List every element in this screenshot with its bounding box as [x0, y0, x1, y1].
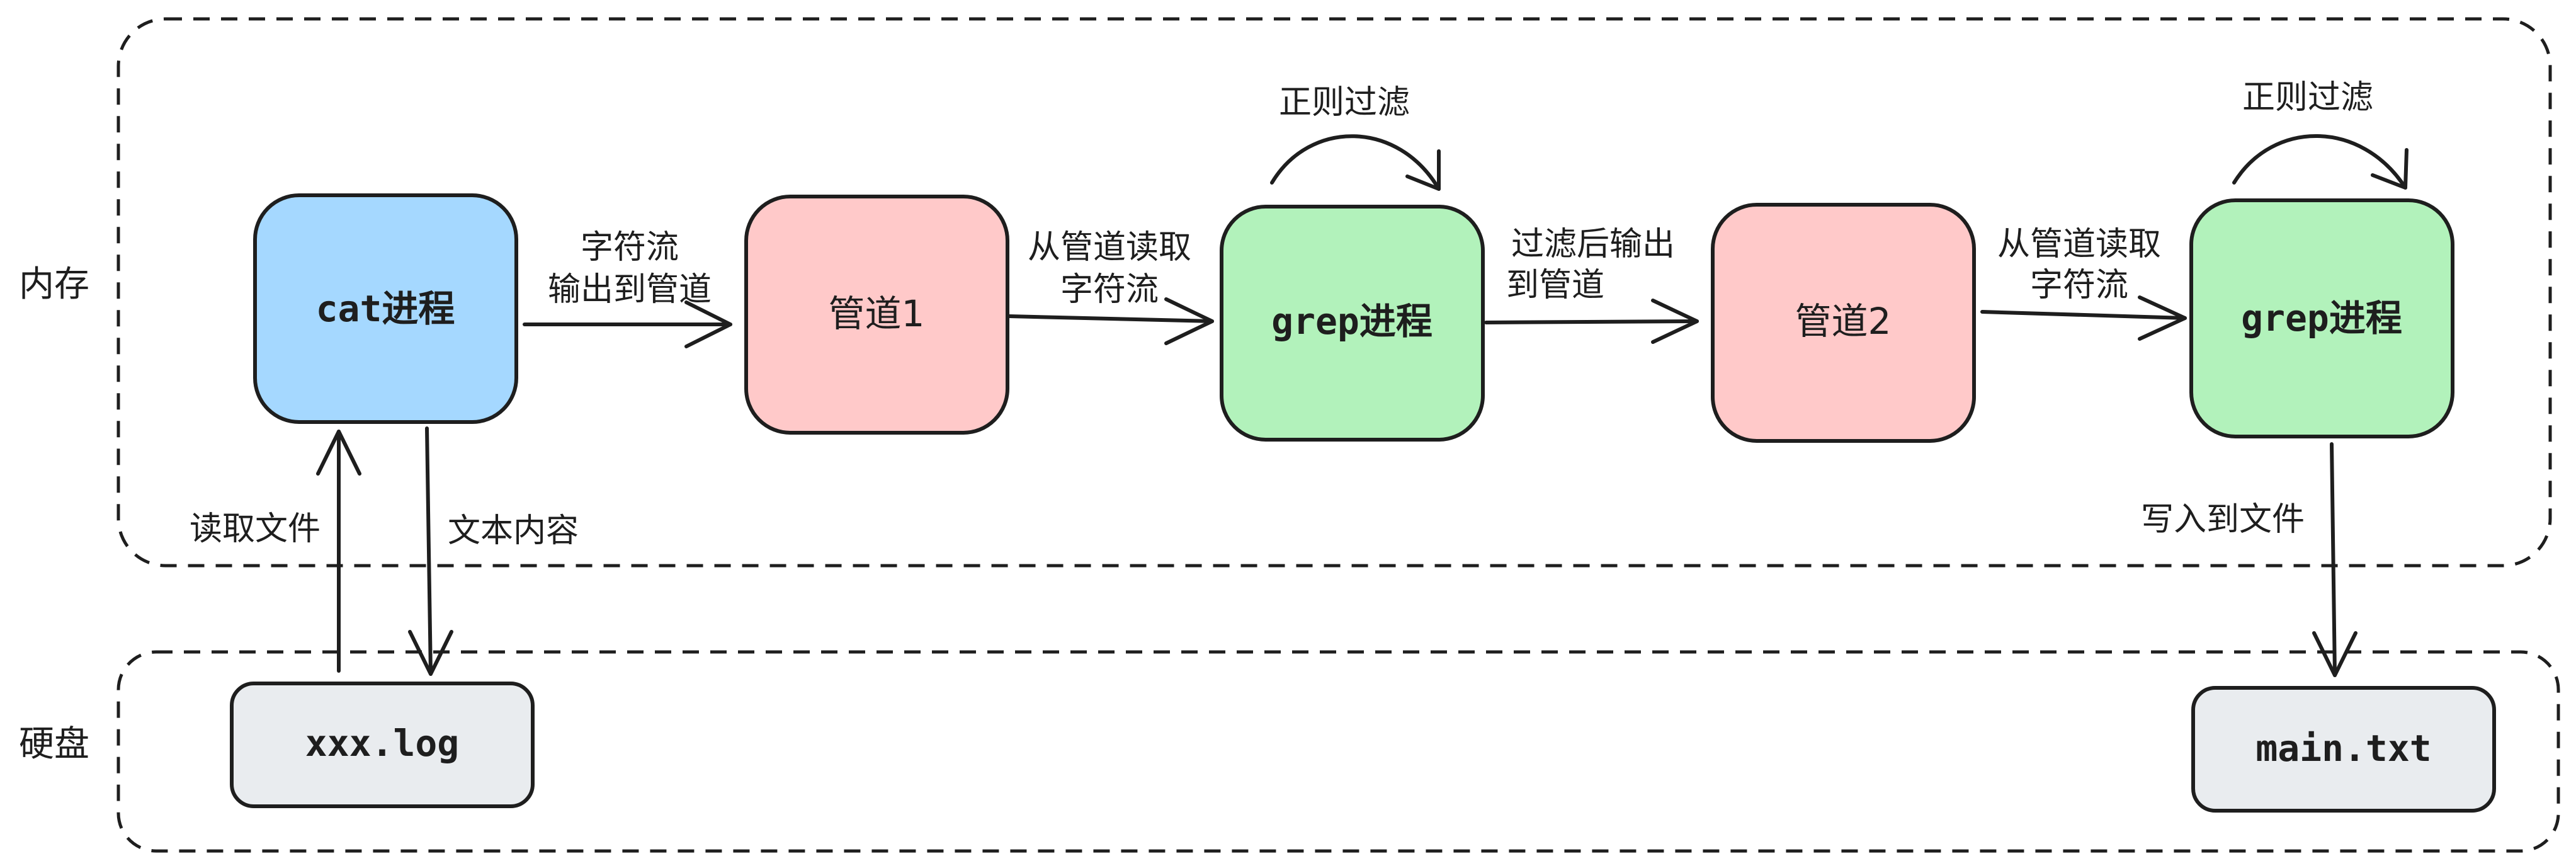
grep1-self-loop-arrow: [1270, 134, 1441, 191]
cat-to-log-label: 文本内容: [448, 512, 579, 550]
cat-to-pipe1-label-line1: 字符流: [581, 229, 679, 266]
main-txt-file-label: main.txt: [2255, 727, 2431, 770]
pipe2-node: 管道2: [1711, 203, 1976, 443]
grep2-self-loop-arrow: [2232, 134, 2409, 190]
memory-region-label: 内存: [19, 264, 89, 305]
grep2-to-main-arrow: [2312, 442, 2358, 677]
pipe1-to-grep1-label-line1: 从管道读取: [1028, 229, 1191, 266]
xxx-log-file-label: xxx.log: [305, 722, 459, 765]
grep1-process-label: grep进程: [1271, 300, 1433, 343]
cat-to-pipe1-label-line2: 输出到管道: [548, 271, 712, 309]
xxx-log-file-node: xxx.log: [230, 682, 535, 808]
pipe1-node: 管道1: [744, 195, 1009, 435]
pipe1-label: 管道1: [829, 292, 925, 335]
grep1-self-loop-label: 正则过滤: [1279, 84, 1410, 122]
pipe2-label: 管道2: [1795, 300, 1892, 343]
grep1-to-pipe2-label-line2: 到管道: [1506, 266, 1604, 304]
cat-process-label: cat进程: [316, 287, 455, 330]
grep2-self-loop-label: 正则过滤: [2242, 79, 2373, 117]
grep1-to-pipe2-label-line1: 过滤后输出: [1511, 226, 1675, 263]
pipeline-diagram: 内存 硬盘 cat进程 管道1 grep进程 管道2 grep进程 xxx.lo…: [19, 17, 2560, 853]
log-to-cat-label: 读取文件: [190, 510, 321, 548]
cat-process-node: cat进程: [253, 193, 518, 424]
log-to-cat-arrow: [316, 430, 361, 673]
cat-to-log-arrow: [408, 426, 453, 676]
pipe2-to-grep2-label-line1: 从管道读取: [1997, 226, 2161, 263]
grep2-to-main-label: 写入到文件: [2141, 501, 2305, 539]
pipe1-to-grep1-label-line2: 字符流: [1060, 271, 1159, 309]
main-txt-file-node: main.txt: [2191, 686, 2496, 813]
pipe2-to-grep2-label-line2: 字符流: [2030, 266, 2128, 304]
grep2-process-node: grep进程: [2189, 198, 2454, 438]
cat-to-pipe1-arrow: [523, 300, 732, 348]
grep1-process-node: grep进程: [1220, 205, 1485, 442]
grep2-process-label: grep进程: [2241, 297, 2402, 340]
disk-region-label: 硬盘: [19, 724, 89, 765]
grep1-to-pipe2-arrow: [1484, 299, 1699, 344]
